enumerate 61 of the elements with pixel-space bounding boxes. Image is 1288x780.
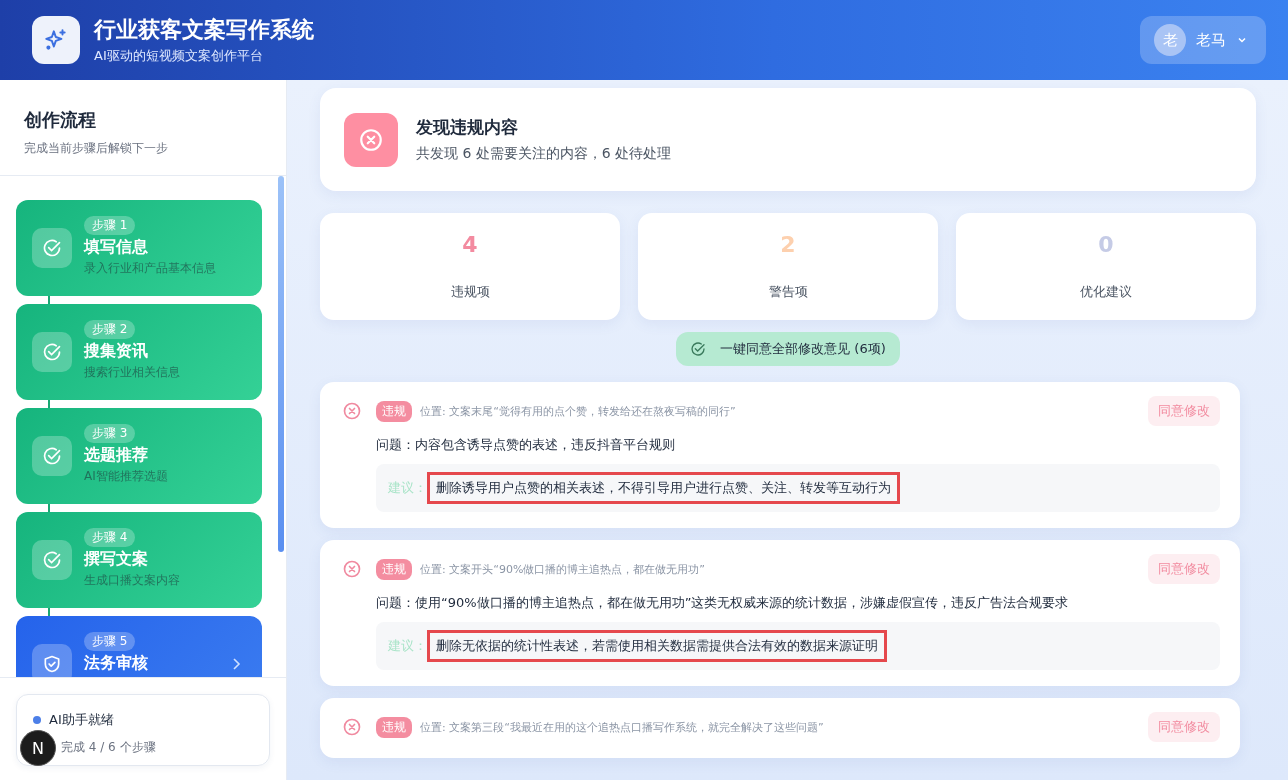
stat-value: 4 <box>462 232 478 257</box>
suggestion-label: 建议： <box>388 637 427 655</box>
app-subtitle: AI驱动的短视频文案创作平台 <box>94 47 264 65</box>
step-title: 选题推荐 <box>84 445 148 466</box>
violation-tag: 违规 <box>376 558 412 580</box>
stat-label: 警告项 <box>768 283 808 301</box>
error-circle-icon <box>342 717 362 737</box>
progress-text: 完成 4 / 6 个步骤 <box>61 739 156 756</box>
agree-button[interactable]: 同意修改 <box>1148 396 1220 426</box>
step-card[interactable]: 步骤 5 法务审核 <box>16 616 262 677</box>
error-circle-icon <box>342 559 362 579</box>
dev-tools-button[interactable]: N <box>20 730 56 766</box>
suggestion-text: 删除诱导用户点赞的相关表述，不得引导用户进行点赞、关注、转发等互动行为 <box>427 472 900 504</box>
step-title: 法务审核 <box>84 653 148 674</box>
sidebar-subtitle: 完成当前步骤后解锁下一步 <box>24 140 169 157</box>
step-badge: 步骤 4 <box>84 528 136 547</box>
step-badge: 步骤 2 <box>84 320 136 339</box>
location-text: 位置: 文案开头“90%做口播的博主追热点，都在做无用功” <box>420 561 707 577</box>
step-title: 撰写文案 <box>84 549 148 570</box>
summary-text: 共发现 6 处需要关注的内容，6 处待处理 <box>416 145 672 163</box>
suggestion-text: 删除无依据的统计性表述，若需使用相关数据需提供合法有效的数据来源证明 <box>427 630 887 662</box>
agree-button[interactable]: 同意修改 <box>1148 554 1220 584</box>
sidebar-title: 创作流程 <box>24 108 97 132</box>
step-description: 搜索行业相关信息 <box>84 364 180 381</box>
error-circle-icon <box>342 401 362 421</box>
step-title: 搜集资讯 <box>84 341 148 362</box>
stat-label: 优化建议 <box>1080 283 1132 301</box>
step-badge: 步骤 3 <box>84 424 136 443</box>
stat-value: 2 <box>780 232 796 257</box>
step-card[interactable]: 步骤 1 填写信息 录入行业和产品基本信息 <box>16 200 262 296</box>
step-description: 生成口播文案内容 <box>84 572 180 589</box>
location-text: 位置: 文案第三段“我最近在用的这个追热点口播写作系统，就完全解决了这些问题” <box>420 719 825 735</box>
step-description: 录入行业和产品基本信息 <box>84 260 216 277</box>
status-dot-icon <box>33 716 41 724</box>
step-badge: 步骤 5 <box>84 632 136 651</box>
step-description: AI智能推荐选题 <box>84 468 168 485</box>
violation-tag: 违规 <box>376 400 412 422</box>
problem-text: 问题：内容包含诱导点赞的表述，违反抖音平台规则 <box>375 436 676 454</box>
check-circle-icon <box>690 341 707 357</box>
sparkle-logo-icon <box>32 16 80 64</box>
accept-all-button[interactable]: 一键同意全部修改意见 (6项) <box>676 332 900 366</box>
suggestion-label: 建议： <box>388 479 427 497</box>
summary-title: 发现违规内容 <box>416 116 519 139</box>
scrollbar[interactable] <box>278 176 284 552</box>
shield-check-icon <box>32 644 72 677</box>
stat-label: 违规项 <box>450 283 490 301</box>
step-card[interactable]: 步骤 4 撰写文案 生成口播文案内容 <box>16 512 262 608</box>
step-card[interactable]: 步骤 3 选题推荐 AI智能推荐选题 <box>16 408 262 504</box>
agree-button[interactable]: 同意修改 <box>1148 712 1220 742</box>
user-menu-button[interactable]: 老 老马 <box>1140 16 1266 64</box>
avatar: 老 <box>1154 24 1186 56</box>
location-text: 位置: 文案末尾“觉得有用的点个赞，转发给还在熬夜写稿的同行” <box>420 403 737 419</box>
problem-text: 问题：使用“90%做口播的博主追热点，都在做无用功”这类无权威来源的统计数据，涉嫌虚假宣传，违反广告法合规要求 <box>375 594 1070 612</box>
chevron-right-icon <box>230 657 242 671</box>
stat-value: 0 <box>1098 232 1114 257</box>
step-card[interactable]: 步骤 2 搜集资讯 搜索行业相关信息 <box>16 304 262 400</box>
step-badge: 步骤 1 <box>84 216 136 235</box>
violation-tag: 违规 <box>376 716 412 738</box>
app-title: 行业获客文案写作系统 <box>94 16 314 44</box>
status-title: AI助手就绪 <box>49 711 114 729</box>
step-title: 填写信息 <box>84 237 148 258</box>
